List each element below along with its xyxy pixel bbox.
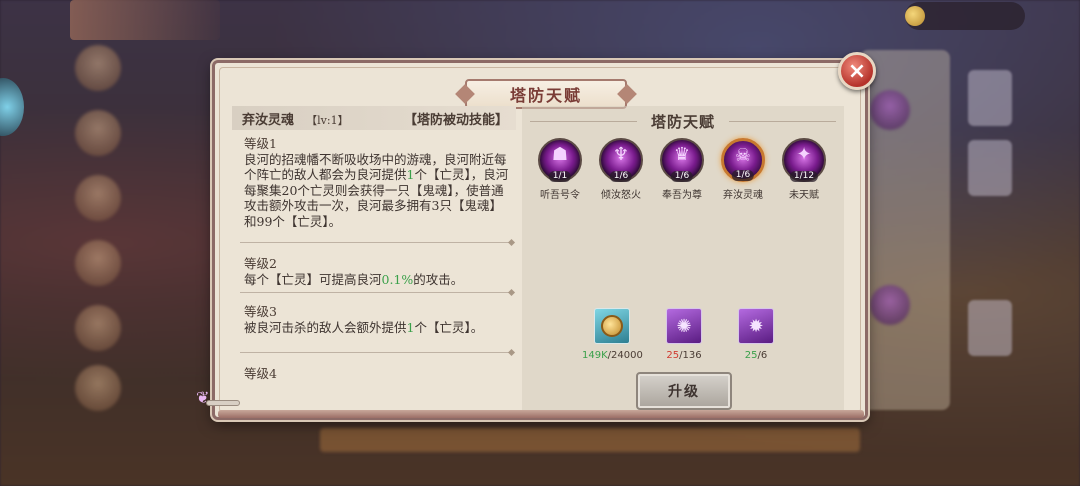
cost-value: 149K/24000	[582, 350, 643, 361]
talent-glyph: ✦	[796, 144, 812, 165]
cost-have: 25	[744, 350, 758, 361]
talent-level-count: 1/6	[731, 170, 755, 181]
hero-avatar-blurred	[75, 110, 121, 156]
skill-header: 弃汝灵魂 【lv:1】 【塔防被动技能】	[232, 106, 516, 130]
talent-level-count: 1/1	[548, 171, 572, 182]
hero-avatar-blurred	[75, 365, 121, 411]
panel-bottom-ribbon	[218, 410, 864, 418]
talent-label: 奉吾为尊	[662, 190, 702, 201]
tier-description: 良河的招魂幡不断吸收场中的游魂，良河附近每个阵亡的敌人都会为良河提供1个【亡灵】…	[244, 152, 510, 230]
hero-avatar-blurred	[75, 175, 121, 221]
back-button-blurred	[70, 0, 220, 40]
tier-4: 等级4	[244, 366, 510, 382]
tier-divider	[240, 352, 512, 353]
talent-label: 弃汝灵魂	[723, 190, 763, 201]
talent-panel-title: 塔防天赋	[651, 112, 716, 131]
side-tab-blurred	[968, 70, 1012, 126]
cost-item: ✺ 25/136	[654, 308, 714, 361]
tier-text-part: 被良河击杀的敌人会额外提供	[244, 319, 407, 335]
cost-item: ✹ 25/6	[726, 308, 786, 361]
hero-avatar-blurred	[75, 45, 121, 91]
header-line	[729, 120, 837, 122]
skill-type: 【塔防被动技能】	[403, 112, 508, 128]
talent-level-count: 1/6	[609, 171, 633, 182]
cost-item: 149K/24000	[582, 308, 643, 361]
close-icon: ×	[847, 58, 867, 84]
talent-label: 听吾号令	[540, 190, 580, 201]
header-line	[530, 120, 637, 122]
purple-flame-icon: ✹	[738, 308, 774, 344]
talent-slot-selected[interactable]: ☠ 1/6 弃汝灵魂	[719, 138, 767, 202]
tier-1: 等级1 良河的招魂幡不断吸收场中的游魂，良河附近每个阵亡的敌人都会为良河提供1个…	[244, 136, 510, 230]
close-button[interactable]: ×	[838, 52, 876, 90]
talent-command-icon: ☗ 1/1	[538, 138, 582, 182]
talent-label: 未天赋	[789, 190, 819, 201]
toggle-track	[206, 400, 240, 406]
skill-description-panel: 弃汝灵魂 【lv:1】 【塔防被动技能】 等级1 良河的招魂幡不断吸收场中的游魂…	[232, 106, 516, 402]
tier-3: 等级3 被良河击杀的敌人会额外提供1个【亡灵】。	[244, 304, 510, 335]
tier-text-part: 个【亡灵】。	[414, 319, 484, 335]
talent-glyph: ♆	[612, 144, 630, 165]
upgrade-button[interactable]: 升级	[636, 372, 732, 410]
talent-soul-icon: ☠ 1/6	[721, 138, 765, 182]
tier-text-part: 的攻击。	[413, 271, 464, 287]
cost-need: 136	[682, 350, 702, 361]
talent-slot[interactable]: ☗ 1/1 听吾号令	[536, 138, 584, 202]
tier-title: 等级2	[244, 256, 277, 271]
tier-description: 每个【亡灵】可提高良河0.1%的攻击。	[244, 272, 510, 288]
dialog-title-banner: 塔防天赋	[465, 79, 627, 109]
background-bottom-bar-blurred	[320, 428, 860, 452]
hero-avatar-blurred	[75, 305, 121, 351]
skill-level: 【lv:1】	[306, 113, 349, 127]
purple-crystal-icon: ✺	[666, 308, 702, 344]
butterfly-toggle[interactable]: ❦	[196, 388, 244, 408]
copper-coin-icon	[594, 308, 630, 344]
talent-slot[interactable]: ✦ 1/12 未天赋	[780, 138, 828, 202]
tier-title: 等级4	[244, 366, 277, 381]
cost-need: 6	[760, 350, 768, 361]
talent-slot[interactable]: ♆ 1/6 倾汝怒火	[597, 138, 645, 202]
tier-description: 被良河击杀的敌人会额外提供1个【亡灵】。	[244, 320, 510, 336]
talent-panel-header: 塔防天赋	[530, 112, 837, 131]
talent-glyph: ♛	[673, 144, 691, 165]
cost-need: 24000	[611, 350, 643, 361]
cost-have: 25	[666, 350, 680, 361]
tier-title: 等级1	[244, 136, 277, 151]
cost-have: 149K	[582, 350, 608, 361]
talent-glyph: ☗	[551, 144, 569, 165]
background-orb-blurred	[870, 285, 910, 325]
side-tab-blurred	[968, 300, 1012, 356]
upgrade-label: 升级	[668, 384, 700, 400]
tier-divider	[240, 292, 512, 293]
talent-fury-icon: ♆ 1/6	[599, 138, 643, 182]
talent-glyph: ☠	[734, 145, 752, 166]
currency-coin-icon	[905, 6, 925, 26]
tier-text-part: 每个【亡灵】可提高良河	[244, 271, 382, 287]
talent-honor-icon: ♛ 1/6	[660, 138, 704, 182]
tier-title: 等级3	[244, 304, 277, 319]
talent-slot[interactable]: ♛ 1/6 奉吾为尊	[658, 138, 706, 202]
talent-level-count: 1/6	[670, 171, 694, 182]
talent-level-count: 1/12	[789, 171, 819, 182]
talent-none-icon: ✦ 1/12	[782, 138, 826, 182]
background-orb-blurred	[870, 90, 910, 130]
talent-selection-panel: 塔防天赋 ☗ 1/1 听吾号令 ♆ 1/6 倾汝怒火 ♛ 1/6 奉吾为尊 ☠ …	[522, 106, 844, 412]
tier-divider	[240, 242, 512, 243]
skill-name: 弃汝灵魂	[242, 112, 295, 128]
dialog-title: 塔防天赋	[509, 86, 582, 105]
cost-value: 25/6	[744, 350, 768, 361]
tier-highlight-value: 0.1%	[381, 271, 414, 287]
talent-label: 倾汝怒火	[601, 190, 641, 201]
tier-2: 等级2 每个【亡灵】可提高良河0.1%的攻击。	[244, 256, 510, 287]
hero-avatar-blurred	[75, 240, 121, 286]
side-tab-blurred	[968, 140, 1012, 196]
cost-value: 25/136	[666, 350, 702, 361]
